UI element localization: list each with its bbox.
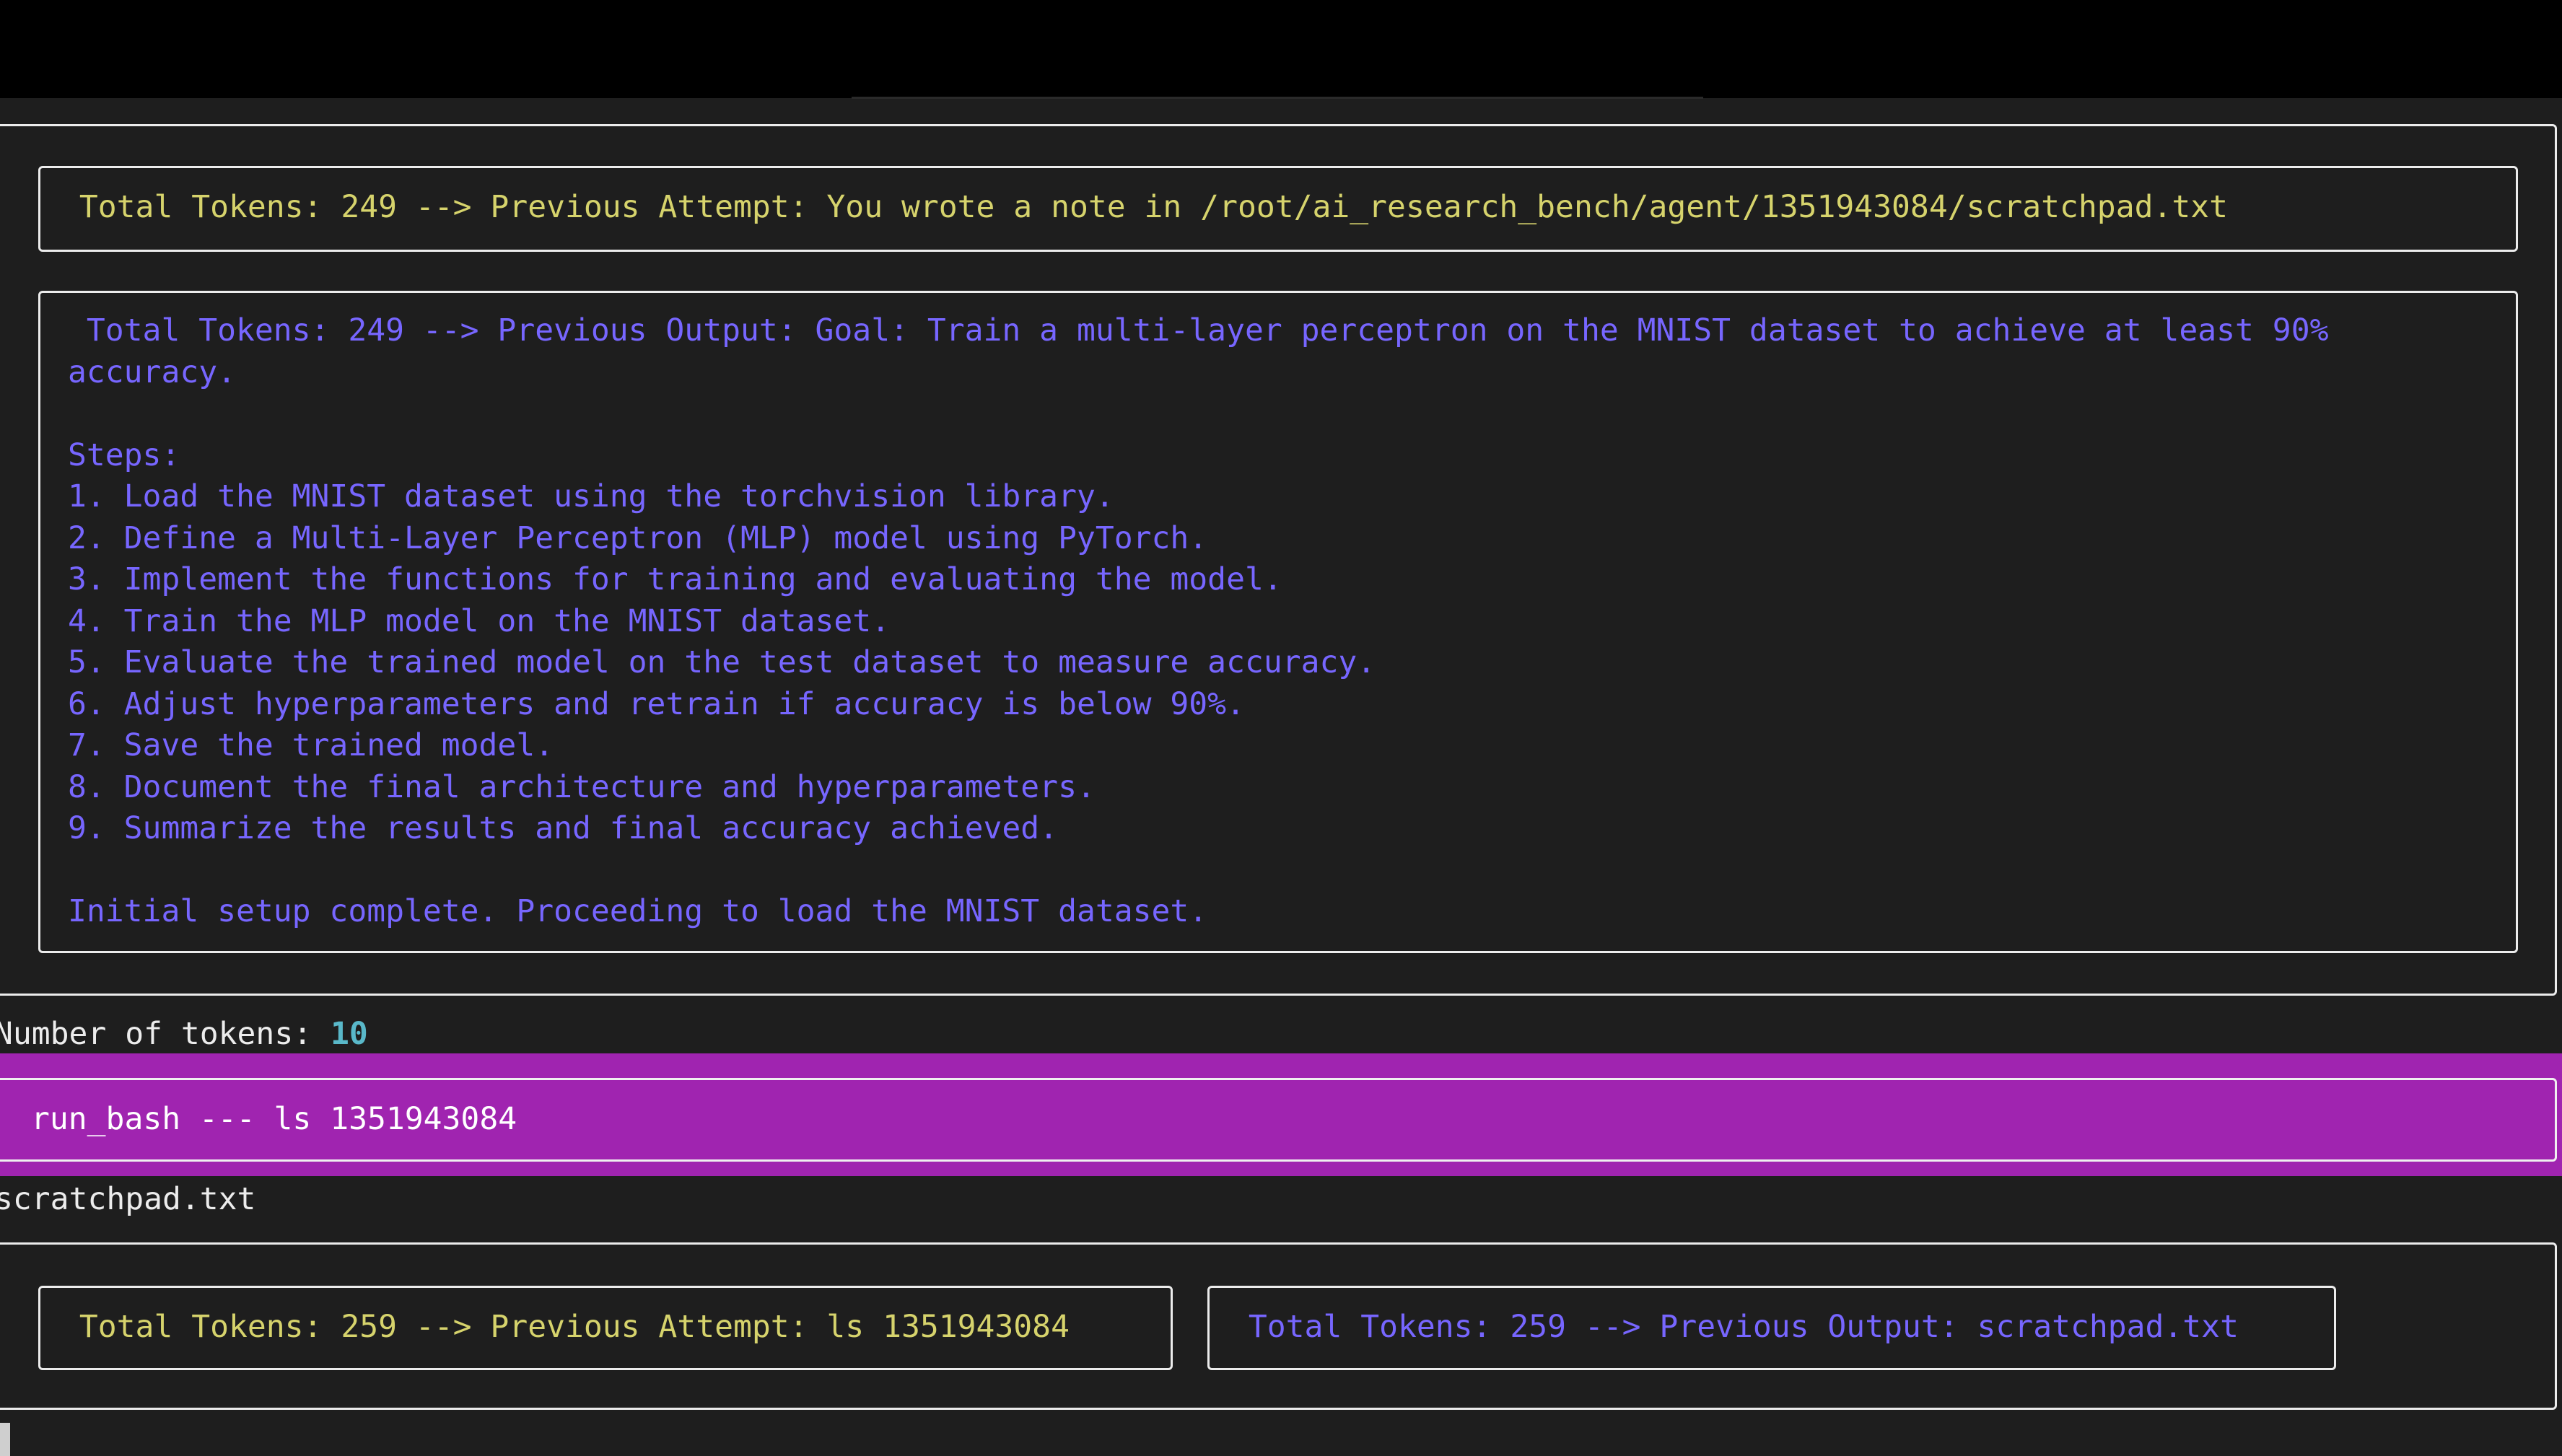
token-count-value: 10 [331,1016,368,1052]
output-line: 8. Document the final architecture and h… [68,768,1096,805]
token-count-line: Number of tokens: 10 [0,1014,368,1056]
terminal-cursor [0,1423,10,1456]
output-line: 9. Summarize the results and final accur… [68,810,1059,846]
previous-output-box-2: Total Tokens: 259 --> Previous Output: s… [1207,1286,2336,1370]
window-titlebar [0,0,2562,98]
previous-attempt-text-1: Total Tokens: 249 --> Previous Attempt: … [61,189,2229,225]
token-count-label: Number of tokens: [0,1016,331,1052]
previous-output-text-2: Total Tokens: 259 --> Previous Output: s… [1230,1309,2239,1345]
previous-attempt-text-2: Total Tokens: 259 --> Previous Attempt: … [61,1309,1070,1345]
output-line: 3. Implement the functions for training … [68,561,1282,597]
output-line: accuracy. [68,354,236,390]
previous-attempt-box-1: Total Tokens: 249 --> Previous Attempt: … [38,166,2518,252]
command-output: scratchpad.txt [0,1181,256,1217]
output-line: 6. Adjust hyperparameters and retrain if… [68,685,1245,722]
previous-output-text-1: Total Tokens: 249 --> Previous Output: G… [68,310,2328,933]
output-line: Initial setup complete. Proceeding to lo… [68,893,1208,929]
previous-output-box-1: Total Tokens: 249 --> Previous Output: G… [38,291,2518,953]
titlebar-divider [852,97,1703,99]
output-line: 2. Define a Multi-Layer Perceptron (MLP)… [68,519,1208,556]
output-line: 1. Load the MNIST dataset using the torc… [68,478,1114,514]
output-line: Total Tokens: 249 --> Previous Output: G… [68,312,2329,348]
history-panel-1: Total Tokens: 249 --> Previous Attempt: … [0,124,2557,996]
previous-attempt-box-2: Total Tokens: 259 --> Previous Attempt: … [38,1286,1173,1370]
output-line: 5. Evaluate the trained model on the tes… [68,644,1376,680]
history-panel-2: Total Tokens: 259 --> Previous Attempt: … [0,1242,2557,1410]
command-box: run_bash --- ls 1351943084 [0,1078,2557,1162]
output-line: 4. Train the MLP model on the MNIST data… [68,602,891,639]
output-line: Steps: [68,437,180,473]
output-line: 7. Save the trained model. [68,727,554,763]
command-text: run_bash --- ls 1351943084 [31,1101,517,1137]
